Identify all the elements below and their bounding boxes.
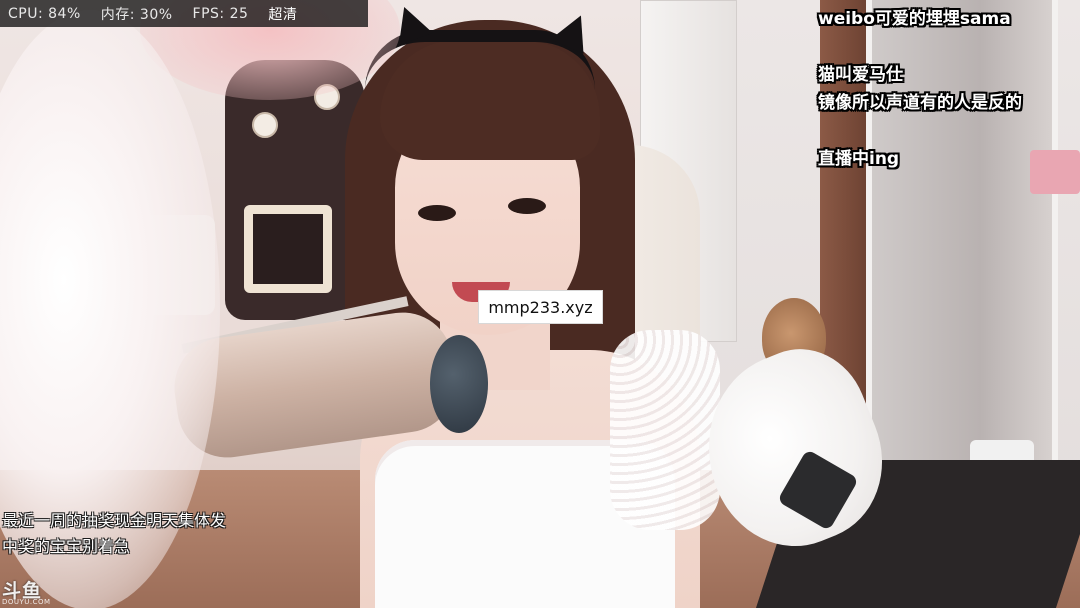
live-status-caption: 直播中ing	[818, 149, 900, 169]
douyu-logo-domain: DOUYU.COM	[2, 598, 51, 606]
performance-stats-bar: CPU: 84% 内存: 30% FPS: 25 超清	[0, 0, 368, 27]
lottery-announcement-line2: 中奖的宝宝别着急	[2, 537, 131, 556]
weibo-caption: weibo可爱的埋埋sama	[818, 9, 1011, 29]
quality-selector[interactable]: 超清	[268, 4, 297, 24]
streamer-eye-right	[508, 198, 546, 214]
lottery-announcement-line1: 最近一周的抽奖现金明天集体发	[2, 511, 227, 530]
plush-eye	[252, 112, 278, 138]
douyu-logo: 斗鱼 DOUYU.COM	[2, 576, 62, 606]
cpu-usage: CPU: 84%	[8, 5, 81, 22]
live-stream-player[interactable]: CPU: 84% 内存: 30% FPS: 25 超清 mmp233.xyz w…	[0, 0, 1080, 608]
site-watermark: mmp233.xyz	[478, 290, 603, 324]
memory-usage: 内存: 30%	[100, 6, 173, 23]
cat-name-caption: 猫叫爱马仕	[818, 65, 903, 85]
fps-counter: FPS: 25	[192, 5, 249, 22]
mirror-notice-caption: 镜像所以声道有的人是反的	[818, 93, 1022, 113]
dress-lace-strap	[610, 330, 720, 530]
microphone-head	[430, 335, 488, 433]
plush-mouth	[244, 205, 332, 293]
streamer-eye-left	[418, 205, 456, 221]
background-pink-shelf	[1030, 150, 1080, 194]
